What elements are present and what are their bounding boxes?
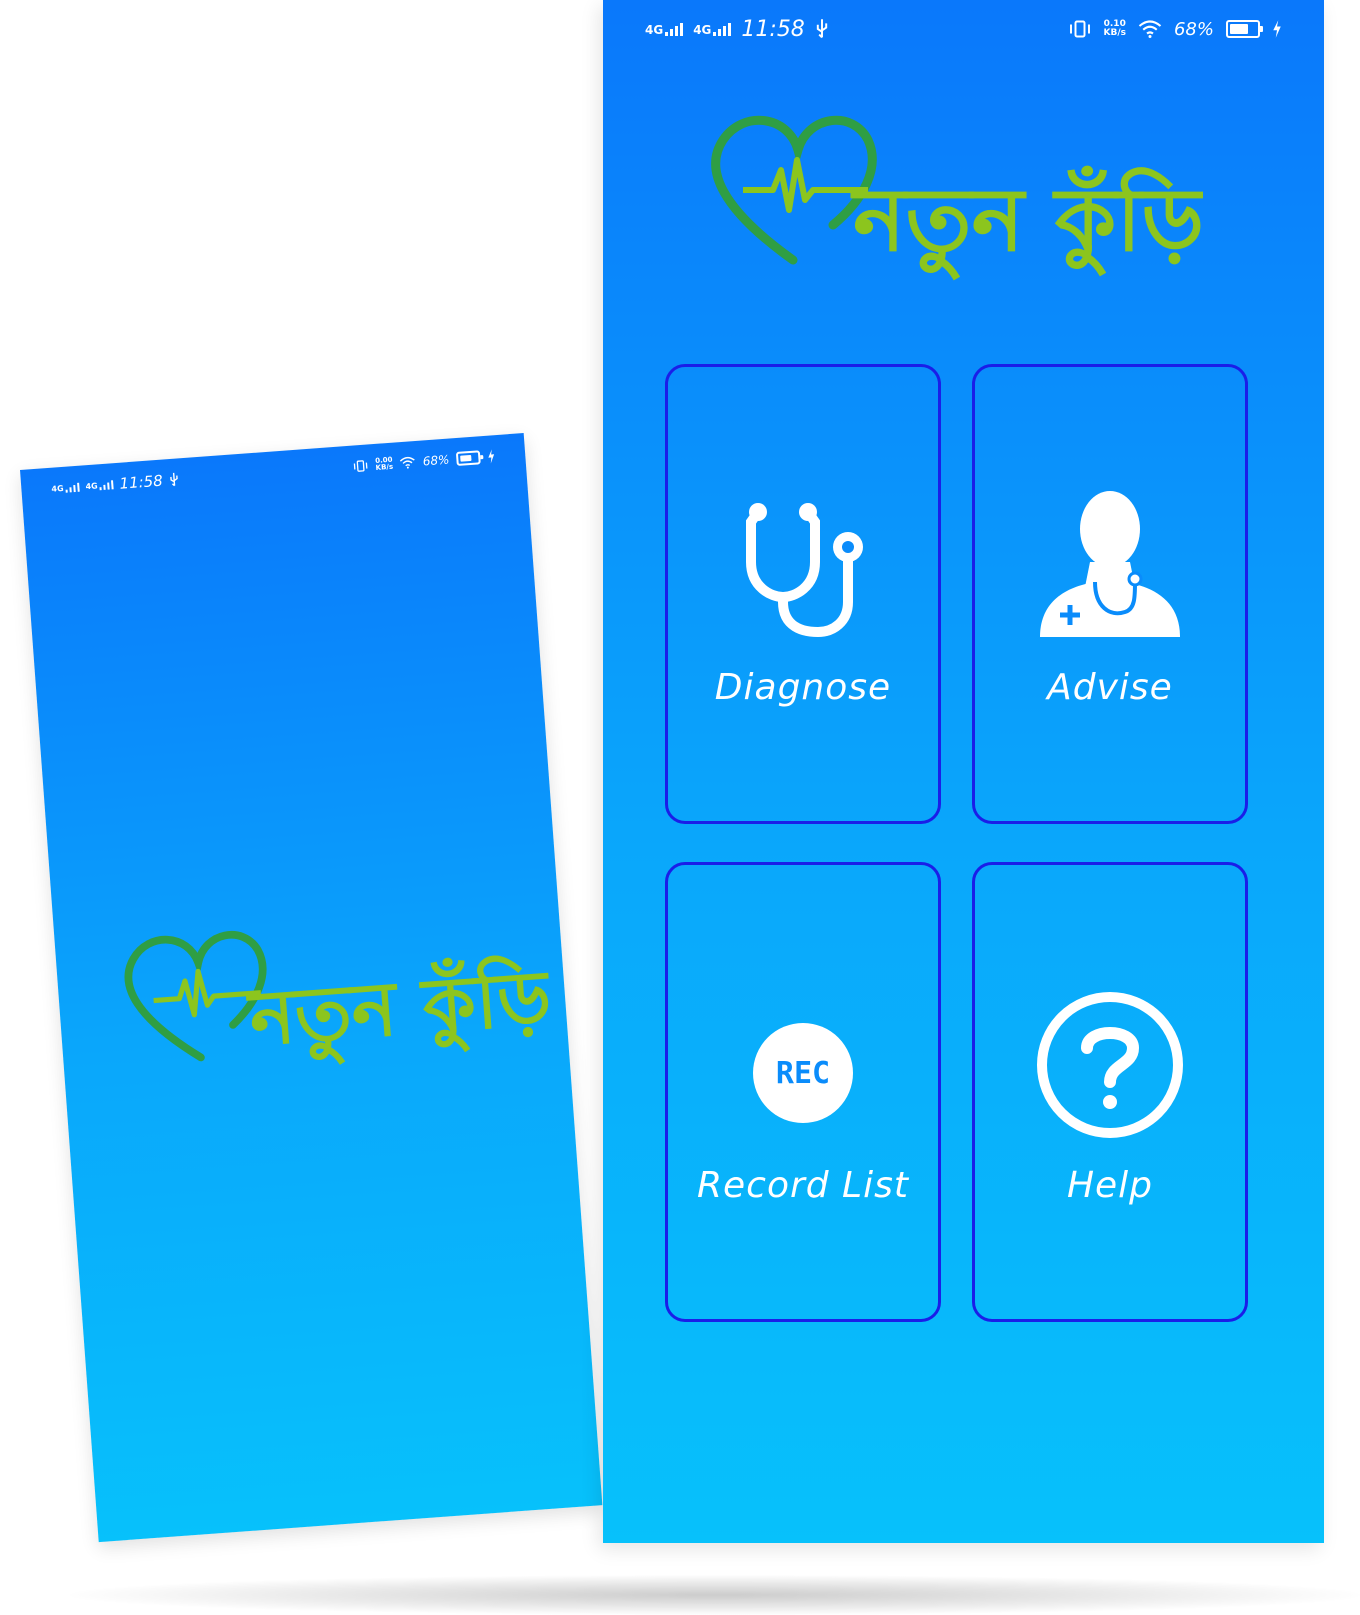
record-list-label: Record List <box>696 1165 909 1206</box>
status-time: 11:58 <box>741 16 805 42</box>
record-list-button[interactable]: REC Record List <box>665 862 941 1322</box>
network-1-indicator: 4G <box>645 22 684 37</box>
diagnose-button[interactable]: Diagnose <box>665 364 941 824</box>
advise-button[interactable]: Advise <box>972 364 1248 824</box>
battery-icon <box>455 450 481 466</box>
charging-icon <box>488 449 495 464</box>
status-time: 11:58 <box>118 471 164 493</box>
network-1-indicator: 4G <box>51 482 80 493</box>
signal-bars-icon <box>65 482 80 493</box>
status-bar: 4G 4G 11:58 0.00 KB/s 68% <box>21 443 526 502</box>
battery-icon <box>1226 20 1263 38</box>
speed-unit: KB/s <box>375 462 394 472</box>
battery-level-fill <box>460 454 472 462</box>
doctor-icon <box>1040 491 1180 637</box>
rec-icon: REC <box>753 1023 853 1123</box>
signal-bars-icon <box>713 22 732 36</box>
logo-text: নতুন কুঁড়ি <box>850 165 1203 281</box>
network-speed: 0.10 KB/s <box>1104 20 1126 38</box>
app-logo: নতুন কুঁড়ি <box>703 110 1203 290</box>
logo-graphic: নতুন কুঁড়ি <box>711 115 1203 281</box>
help-label: Help <box>1066 1165 1154 1206</box>
wifi-icon <box>1138 20 1162 38</box>
network-2-indicator: 4G <box>693 22 732 37</box>
advise-label: Advise <box>1047 667 1173 708</box>
stethoscope-icon <box>746 503 863 638</box>
charging-icon <box>1273 20 1281 38</box>
help-button[interactable]: Help <box>972 862 1248 1322</box>
vibrate-icon <box>353 460 368 472</box>
battery-level-fill <box>1230 24 1248 34</box>
rec-badge-text: REC <box>775 1055 831 1091</box>
battery-percent: 68% <box>422 452 450 469</box>
network-label: 4G <box>693 22 712 37</box>
help-icon <box>1037 992 1183 1138</box>
wifi-icon <box>400 456 416 469</box>
floor-shadow <box>70 1575 1360 1615</box>
network-label: 4G <box>51 483 64 494</box>
heartbeat-line <box>743 157 868 213</box>
status-bar: 4G 4G 11:58 0.10 KB/s 68% <box>603 14 1324 44</box>
diagnose-label: Diagnose <box>714 667 892 708</box>
signal-bars-icon <box>665 22 684 36</box>
network-speed: 0.00 KB/s <box>375 456 394 472</box>
vibrate-icon <box>1069 20 1090 38</box>
signal-bars-icon <box>99 479 114 490</box>
battery-percent: 68% <box>1173 18 1214 40</box>
network-label: 4G <box>645 22 664 37</box>
splash-screen-phone: 4G 4G 11:58 0.00 KB/s 68% নতুন কুঁড়ি <box>20 433 603 1543</box>
app-logo: নতুন কুঁড়ি <box>114 903 554 1089</box>
logo-text: নতুন কুঁড়ি <box>243 949 554 1071</box>
logo-graphic: নতুন কুঁড়ি <box>124 930 554 1071</box>
home-screen-phone: 4G 4G 11:58 0.10 KB/s 68% নতুন কুঁড়ি Di… <box>603 0 1324 1543</box>
network-label: 4G <box>85 480 98 491</box>
usb-icon <box>816 19 827 39</box>
speed-unit: KB/s <box>1103 28 1126 38</box>
network-2-indicator: 4G <box>85 479 114 491</box>
usb-icon <box>169 472 178 487</box>
